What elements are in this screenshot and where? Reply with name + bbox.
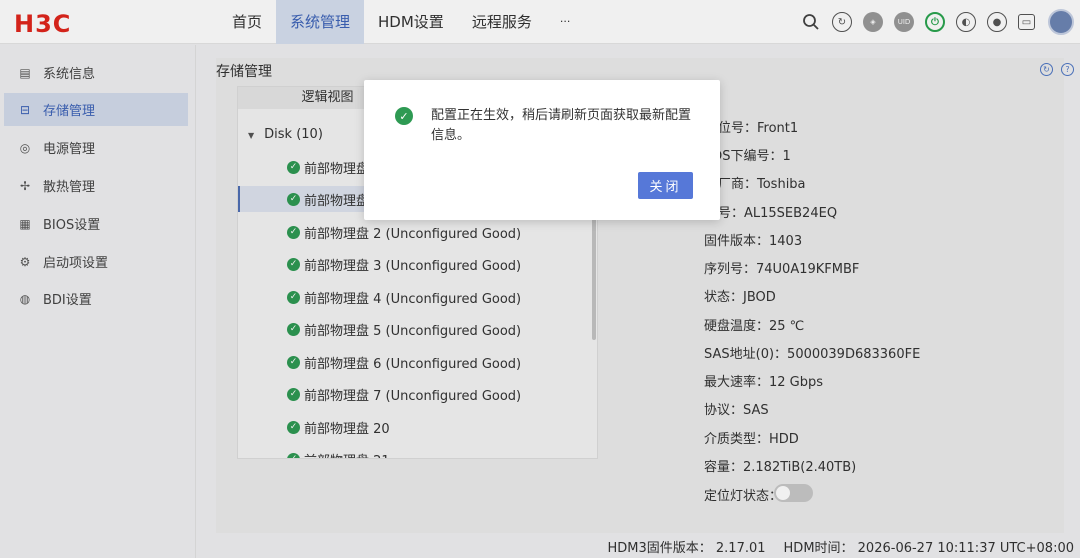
info-dialog: ✓ 配置正在生效，稍后请刷新页面获取最新配置信息。 关闭 (364, 80, 720, 220)
close-button[interactable]: 关闭 (638, 172, 693, 199)
success-check-icon: ✓ (395, 107, 413, 125)
dialog-message: 配置正在生效，稍后请刷新页面获取最新配置信息。 (431, 108, 692, 143)
